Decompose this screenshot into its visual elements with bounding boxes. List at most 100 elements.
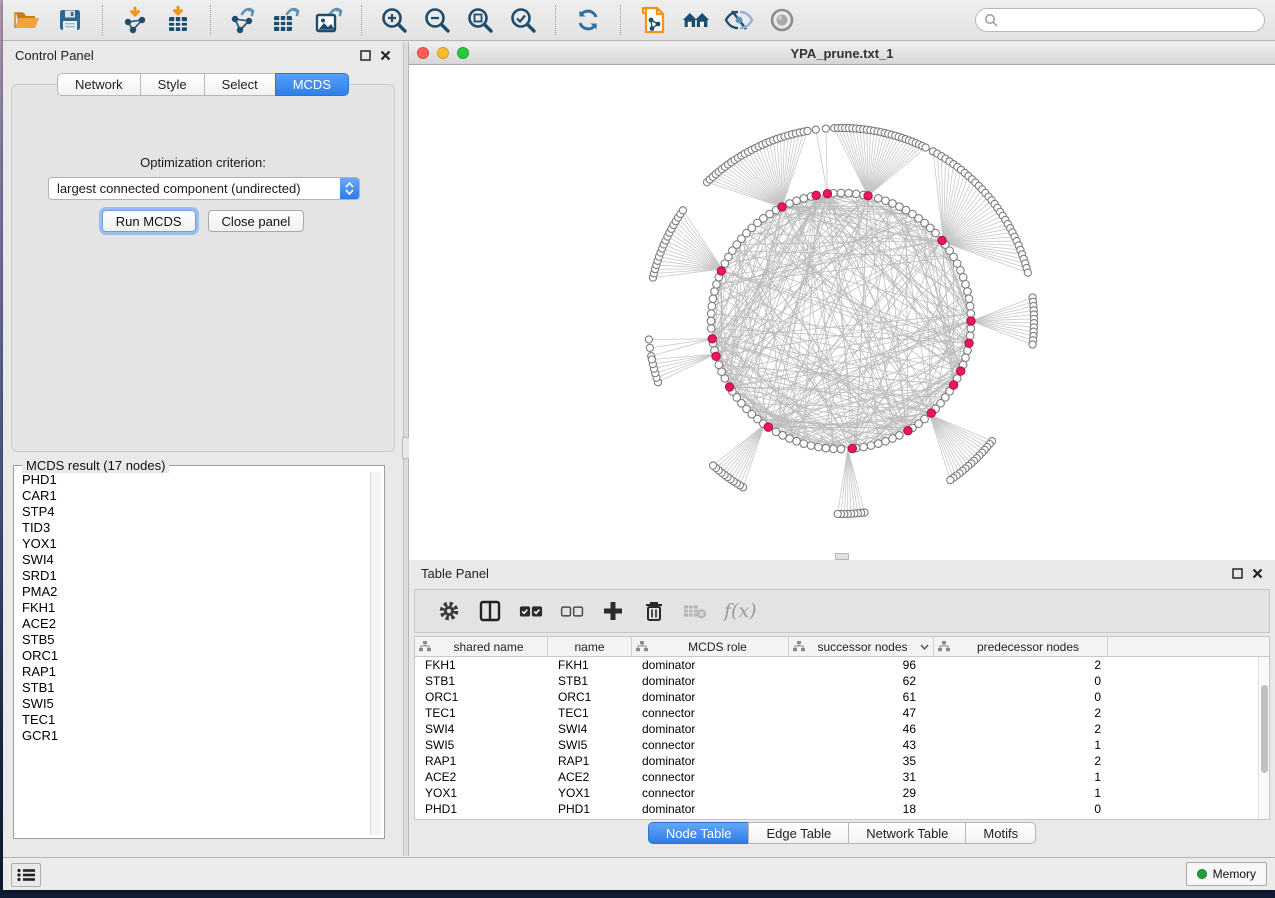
zoom-fit-button[interactable] xyxy=(466,6,494,34)
zoom-selected-button[interactable] xyxy=(509,6,537,34)
table-row[interactable]: ACE2 ACE2 connector 31 1 xyxy=(415,769,1269,785)
cell-mcds-role: dominator xyxy=(632,802,789,816)
column-type-icon xyxy=(636,641,648,652)
table-row[interactable]: SWI5 SWI5 connector 43 1 xyxy=(415,737,1269,753)
memory-button[interactable]: Memory xyxy=(1186,862,1267,886)
cell-shared-name: TEC1 xyxy=(415,706,548,720)
deselect-all-icon[interactable] xyxy=(560,599,584,623)
horizontal-splitter-grip[interactable] xyxy=(835,553,849,560)
control-panel: Control Panel Network Style Select MCDS … xyxy=(3,42,403,856)
delete-icon[interactable] xyxy=(642,599,666,623)
network-canvas[interactable] xyxy=(409,65,1275,559)
gear-icon[interactable] xyxy=(437,599,461,623)
tab-network[interactable]: Network xyxy=(57,73,141,96)
mcds-result-item[interactable]: ORC1 xyxy=(17,648,369,664)
cell-predecessor-nodes: 2 xyxy=(934,658,1108,672)
close-panel-icon[interactable] xyxy=(1252,568,1263,579)
export-network-button[interactable] xyxy=(229,6,257,34)
network-title: YPA_prune.txt_1 xyxy=(409,46,1275,61)
import-network-button[interactable] xyxy=(121,6,149,34)
mcds-result-item[interactable]: TEC1 xyxy=(17,712,369,728)
mcds-result-list[interactable]: PHD1CAR1STP4TID3YOX1SWI4SRD1PMA2FKH1ACE2… xyxy=(17,472,369,835)
column-header-successor-nodes[interactable]: successor nodes xyxy=(789,637,934,656)
table-row[interactable]: STB1 STB1 dominator 62 0 xyxy=(415,673,1269,689)
add-icon[interactable] xyxy=(601,599,625,623)
split-view-icon[interactable] xyxy=(478,599,502,623)
open-session-button[interactable] xyxy=(13,6,41,34)
cell-successor-nodes: 18 xyxy=(789,802,934,816)
eye-button[interactable] xyxy=(768,6,796,34)
float-panel-icon[interactable] xyxy=(360,50,371,61)
mcds-result-title: MCDS result (17 nodes) xyxy=(22,458,169,473)
network-file-button[interactable] xyxy=(639,6,667,34)
table-body: FKH1 FKH1 dominator 96 2 STB1 STB1 domin… xyxy=(415,657,1269,817)
tab-network-table[interactable]: Network Table xyxy=(848,822,966,844)
table-row[interactable]: PHD1 PHD1 dominator 18 0 xyxy=(415,801,1269,817)
tab-motifs[interactable]: Motifs xyxy=(965,822,1036,844)
mcds-result-item[interactable]: RAP1 xyxy=(17,664,369,680)
mcds-result-item[interactable]: ACE2 xyxy=(17,616,369,632)
mcds-result-item[interactable]: YOX1 xyxy=(17,536,369,552)
list-icon xyxy=(17,868,35,882)
mcds-result-item[interactable]: FKH1 xyxy=(17,600,369,616)
tab-node-table[interactable]: Node Table xyxy=(648,822,750,844)
run-mcds-button[interactable]: Run MCDS xyxy=(102,210,196,232)
import-table-button[interactable] xyxy=(164,6,192,34)
task-history-button[interactable] xyxy=(11,863,41,887)
cell-successor-nodes: 35 xyxy=(789,754,934,768)
table-row[interactable]: YOX1 YOX1 connector 29 1 xyxy=(415,785,1269,801)
select-all-icon[interactable] xyxy=(519,599,543,623)
mcds-result-item[interactable]: TID3 xyxy=(17,520,369,536)
criterion-dropdown[interactable]: largest connected component (undirected) xyxy=(48,177,360,200)
mcds-list-scrollbar[interactable] xyxy=(370,472,381,835)
table-scrollbar-thumb[interactable] xyxy=(1261,685,1268,773)
cell-successor-nodes: 43 xyxy=(789,738,934,752)
column-header-predecessor-nodes[interactable]: predecessor nodes xyxy=(934,637,1108,656)
mcds-result-item[interactable]: SRD1 xyxy=(17,568,369,584)
column-header-mcds-role[interactable]: MCDS role xyxy=(632,637,789,656)
column-header-shared-name[interactable]: shared name xyxy=(415,637,548,656)
mcds-result-item[interactable]: SWI5 xyxy=(17,696,369,712)
tab-select[interactable]: Select xyxy=(204,73,276,96)
column-header-name[interactable]: name xyxy=(548,637,632,656)
zoom-in-button[interactable] xyxy=(380,6,408,34)
tab-style[interactable]: Style xyxy=(140,73,205,96)
network-titlebar[interactable]: YPA_prune.txt_1 xyxy=(409,42,1275,65)
table-row[interactable]: FKH1 FKH1 dominator 96 2 xyxy=(415,657,1269,673)
cell-predecessor-nodes: 1 xyxy=(934,786,1108,800)
export-table-button[interactable] xyxy=(272,6,300,34)
table-row[interactable]: SWI4 SWI4 dominator 46 2 xyxy=(415,721,1269,737)
mcds-result-item[interactable]: GCR1 xyxy=(17,728,369,744)
cell-shared-name: YOX1 xyxy=(415,786,548,800)
export-network-icon xyxy=(228,6,258,34)
mcds-result-item[interactable]: STB1 xyxy=(17,680,369,696)
search-field[interactable] xyxy=(975,8,1265,32)
zoom-out-button[interactable] xyxy=(423,6,451,34)
close-panel-icon[interactable] xyxy=(380,50,391,61)
hide-glasses-button[interactable] xyxy=(725,6,753,34)
export-image-button[interactable] xyxy=(315,6,343,34)
mcds-result-item[interactable]: STB5 xyxy=(17,632,369,648)
criterion-value: largest connected component (undirected) xyxy=(49,181,340,196)
table-row[interactable]: RAP1 RAP1 dominator 35 2 xyxy=(415,753,1269,769)
tab-mcds[interactable]: MCDS xyxy=(275,73,349,96)
zoom-in-icon xyxy=(380,6,408,34)
mcds-result-item[interactable]: PHD1 xyxy=(17,472,369,488)
refresh-button[interactable] xyxy=(574,6,602,34)
mcds-result-item[interactable]: SWI4 xyxy=(17,552,369,568)
mcds-result-item[interactable]: STP4 xyxy=(17,504,369,520)
control-panel-title: Control Panel xyxy=(15,48,94,63)
mcds-result-item[interactable]: PMA2 xyxy=(17,584,369,600)
close-panel-button[interactable]: Close panel xyxy=(208,210,305,232)
search-input[interactable] xyxy=(1003,13,1256,27)
mcds-result-item[interactable]: CAR1 xyxy=(17,488,369,504)
float-panel-icon[interactable] xyxy=(1232,568,1243,579)
save-session-button[interactable] xyxy=(56,6,84,34)
table-panel-header: Table Panel xyxy=(409,560,1275,586)
table-row[interactable]: TEC1 TEC1 connector 47 2 xyxy=(415,705,1269,721)
cell-shared-name: PHD1 xyxy=(415,802,548,816)
table-row[interactable]: ORC1 ORC1 dominator 61 0 xyxy=(415,689,1269,705)
tab-edge-table[interactable]: Edge Table xyxy=(748,822,849,844)
table-scrollbar[interactable] xyxy=(1258,657,1269,819)
houses-icon[interactable] xyxy=(682,6,710,34)
